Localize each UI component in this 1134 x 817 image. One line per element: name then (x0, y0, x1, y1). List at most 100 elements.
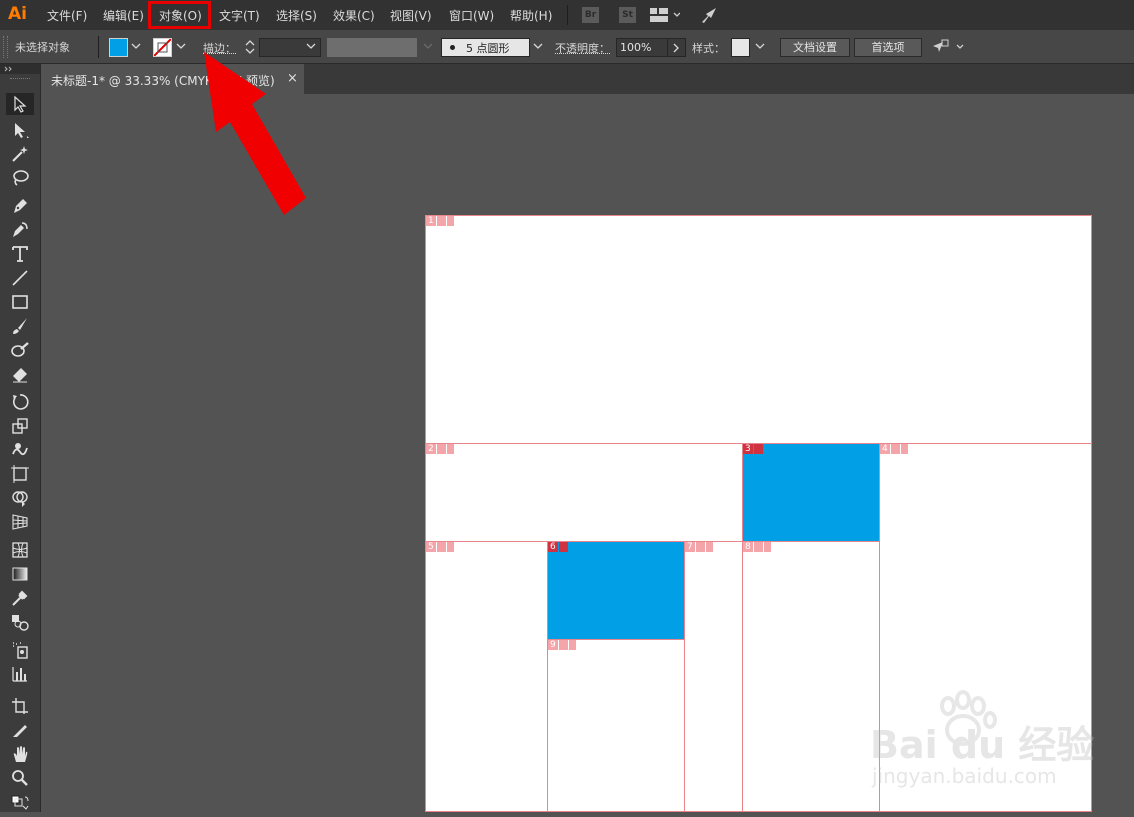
artboard-label[interactable]: 5 (426, 542, 454, 552)
artboard-label[interactable]: 4 (880, 444, 908, 454)
artboard-lock-icon[interactable] (900, 444, 908, 454)
column-graph-tool-icon[interactable] (10, 664, 30, 684)
profile-dropdown-chevron-icon[interactable] (423, 43, 433, 53)
artboard-9[interactable] (547, 639, 685, 812)
gradient-tool-icon[interactable] (10, 564, 30, 584)
artboard-options-icon[interactable] (558, 542, 568, 552)
artboard-6[interactable] (547, 541, 685, 640)
artboard-label[interactable]: 7 (685, 542, 713, 552)
artboard-options-icon[interactable] (558, 640, 568, 650)
scale-tool-icon[interactable] (10, 416, 30, 436)
selection-tool-icon[interactable] (6, 93, 34, 115)
line-segment-tool-icon[interactable] (10, 268, 30, 288)
fill-swatch[interactable] (109, 38, 128, 57)
artboard-8[interactable] (742, 541, 880, 812)
control-bar: 未选择对象 描边： 5 点圆形 不透明度： 100% 样式： 文档设置 首选项 (0, 30, 1134, 64)
control-bar-grip[interactable] (3, 36, 8, 58)
artboard-2[interactable] (425, 443, 743, 542)
artboard-label[interactable]: 2 (426, 444, 454, 454)
warp-tool-icon[interactable] (10, 440, 30, 460)
workspace-layout-icon[interactable] (650, 8, 681, 25)
blue-rectangle-artwork[interactable] (743, 444, 879, 541)
brush-label: 5 点圆形 (466, 42, 510, 55)
artboard-lock-icon[interactable] (705, 542, 713, 552)
curvature-tool-icon[interactable] (10, 220, 30, 240)
artboard-options-icon[interactable] (436, 216, 446, 226)
artboard-options-icon[interactable] (753, 542, 763, 552)
menu-select[interactable]: 选择(S) (276, 7, 317, 24)
tools-panel-header[interactable] (0, 64, 40, 74)
opacity-input[interactable]: 100% (616, 38, 668, 57)
menu-effect[interactable]: 效果(C) (333, 7, 375, 24)
magic-wand-tool-icon[interactable] (10, 144, 30, 164)
document-setup-button[interactable]: 文档设置 (780, 38, 850, 57)
artboard-label[interactable]: 8 (743, 542, 771, 552)
artboard-5[interactable] (425, 541, 548, 812)
artboard-options-icon[interactable] (890, 444, 900, 454)
blue-rectangle-artwork[interactable] (548, 542, 684, 639)
lasso-tool-icon[interactable] (10, 168, 30, 188)
opacity-arrow-button[interactable] (667, 38, 686, 57)
bridge-icon[interactable]: Br (582, 7, 599, 23)
rectangle-tool-icon[interactable] (10, 292, 30, 312)
rotate-tool-icon[interactable] (10, 392, 30, 412)
brush-definition[interactable]: 5 点圆形 (441, 38, 530, 57)
free-transform-tool-icon[interactable] (10, 464, 30, 484)
tools-panel-grip[interactable] (10, 78, 30, 82)
artboard-options-icon[interactable] (436, 542, 446, 552)
hand-tool-icon[interactable] (10, 744, 30, 764)
menu-edit[interactable]: 编辑(E) (103, 7, 144, 24)
menu-file[interactable]: 文件(F) (47, 7, 87, 24)
artboard-label-active[interactable]: 6 (548, 542, 568, 552)
artboard-1[interactable] (425, 215, 1092, 444)
fill-dropdown-chevron-icon[interactable] (131, 43, 141, 53)
menu-help[interactable]: 帮助(H) (510, 7, 552, 24)
pen-tool-icon[interactable] (10, 196, 30, 216)
artboard-label[interactable]: 9 (548, 640, 576, 650)
baidu-watermark: Bai du 经验 jingyan.baidu.com (870, 690, 1094, 790)
graphic-style-swatch[interactable] (731, 38, 750, 57)
artboard-label[interactable]: 1 (426, 216, 454, 226)
artboard-lock-icon[interactable] (446, 216, 454, 226)
symbol-sprayer-tool-icon[interactable] (10, 640, 30, 660)
style-dropdown-chevron-icon[interactable] (755, 43, 765, 53)
preferences-button[interactable]: 首选项 (854, 38, 922, 57)
blend-tool-icon[interactable] (10, 612, 30, 632)
brush-dropdown-chevron-icon[interactable] (533, 43, 543, 53)
artboard-label-active[interactable]: 3 (743, 444, 763, 454)
direct-selection-tool-icon[interactable] (10, 120, 30, 140)
fill-stroke-default-icon[interactable] (10, 794, 30, 814)
menu-separator (567, 5, 568, 25)
paintbrush-tool-icon[interactable] (10, 316, 30, 336)
eyedropper-tool-icon[interactable] (10, 588, 30, 608)
perspective-grid-tool-icon[interactable] (10, 512, 30, 532)
stroke-dropdown-chevron-icon[interactable] (176, 43, 186, 53)
menu-view[interactable]: 视图(V) (390, 7, 432, 24)
artboard-options-icon[interactable] (436, 444, 446, 454)
menu-type[interactable]: 文字(T) (219, 7, 260, 24)
artboard-tool-icon[interactable] (10, 696, 30, 716)
shape-builder-tool-icon[interactable] (10, 488, 30, 508)
arrange-documents-icon[interactable] (931, 38, 965, 59)
artboard-3[interactable] (742, 443, 880, 542)
mesh-tool-icon[interactable] (10, 540, 30, 560)
artboard-lock-icon[interactable] (446, 542, 454, 552)
artboard-lock-icon[interactable] (763, 542, 771, 552)
gpu-performance-icon[interactable] (700, 6, 720, 27)
stock-icon[interactable]: St (619, 7, 636, 23)
artboard-options-icon[interactable] (695, 542, 705, 552)
stroke-swatch[interactable] (153, 38, 172, 57)
artboard-7[interactable] (684, 541, 743, 812)
slice-tool-icon[interactable] (10, 720, 30, 740)
zoom-tool-icon[interactable] (10, 768, 30, 788)
artboard-lock-icon[interactable] (568, 640, 576, 650)
variable-width-profile[interactable] (327, 38, 417, 57)
type-tool-icon[interactable] (10, 244, 30, 264)
eraser-tool-icon[interactable] (10, 364, 30, 384)
artboard-number: 5 (426, 542, 436, 552)
menu-window[interactable]: 窗口(W) (449, 7, 494, 24)
artboard-lock-icon[interactable] (446, 444, 454, 454)
shaper-tool-icon[interactable] (10, 340, 30, 360)
opacity-label[interactable]: 不透明度： (555, 40, 610, 56)
artboard-options-icon[interactable] (753, 444, 763, 454)
